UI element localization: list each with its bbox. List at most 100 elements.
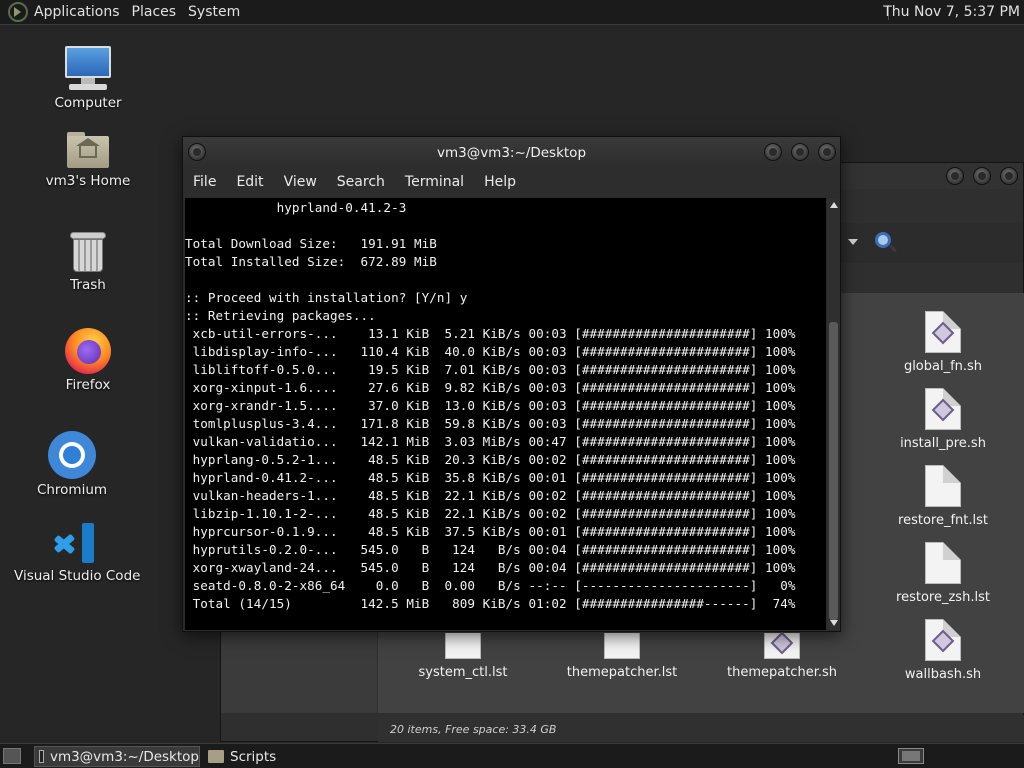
terminal-line: libliftoff-0.5.0... 19.5 KiB 7.01 KiB/s … <box>185 362 796 377</box>
file-name: restore_zsh.lst <box>896 590 990 605</box>
terminal-scrollbar[interactable] <box>827 198 840 630</box>
terminal-line: libdisplay-info-... 110.4 KiB 40.0 KiB/s… <box>185 344 796 359</box>
terminal-line: xorg-xinput-1.6.... 27.6 KiB 9.82 KiB/s … <box>185 380 796 395</box>
menu-system[interactable]: System <box>188 4 240 20</box>
text-file-icon <box>604 633 640 659</box>
desktop-icon-label: Firefox <box>65 377 111 393</box>
menu-terminal[interactable]: Terminal <box>405 174 464 190</box>
file-item[interactable]: themepatcher.sh <box>722 631 842 680</box>
maximize-button[interactable] <box>791 143 809 161</box>
terminal-icon <box>39 750 44 763</box>
clock[interactable]: Thu Nov 7, 5:37 PM <box>883 4 1020 20</box>
maximize-button[interactable] <box>973 167 991 185</box>
file-item[interactable]: global_fn.sh <box>883 311 1003 374</box>
file-item[interactable]: system_ctl.lst <box>403 633 523 680</box>
file-name: system_ctl.lst <box>418 665 508 680</box>
terminal-line: hyprland-0.41.2-... 48.5 KiB 35.8 KiB/s … <box>185 470 796 485</box>
terminal-line: Total Download Size: 191.91 MiB <box>185 236 437 251</box>
menu-places[interactable]: Places <box>132 4 177 20</box>
terminal-line: vulkan-headers-1... 48.5 KiB 22.1 KiB/s … <box>185 488 796 503</box>
folder-icon <box>208 750 224 763</box>
trash-icon <box>69 230 107 274</box>
file-item[interactable]: themepatcher.lst <box>562 633 682 680</box>
minimize-button[interactable] <box>946 167 964 185</box>
top-panel: Applications Places System Thu Nov 7, 5:… <box>0 0 1024 25</box>
terminal-line: hyprutils-0.2.0-... 545.0 B 124 B/s 00:0… <box>185 542 796 557</box>
script-file-icon <box>925 619 961 661</box>
terminal-line: hyprlang-0.5.2-1... 48.5 KiB 20.3 KiB/s … <box>185 452 796 467</box>
desktop-icon-home[interactable]: vm3's Home <box>28 130 148 189</box>
home-folder-icon <box>65 130 111 170</box>
script-file-icon <box>764 631 800 659</box>
file-item[interactable]: wallbash.sh <box>883 619 1003 682</box>
desktop-icon-chromium[interactable]: Chromium <box>12 431 132 498</box>
text-file-icon <box>925 465 961 507</box>
desktop-icon-computer[interactable]: Computer <box>28 46 148 111</box>
terminal-line: xorg-xwayland-24... 545.0 B 124 B/s 00:0… <box>185 560 796 575</box>
chevron-down-icon[interactable] <box>848 239 858 245</box>
desktop-icon-firefox[interactable]: Firefox <box>28 328 148 393</box>
desktop-icon-label: Chromium <box>36 482 108 498</box>
scroll-down-icon[interactable] <box>830 620 838 626</box>
bottom-taskbar: vm3@vm3:~/Desktop Scripts <box>0 743 1024 768</box>
terminal-line: :: Proceed with installation? [Y/n] y <box>185 290 468 305</box>
file-name: themepatcher.lst <box>566 665 678 680</box>
terminal-line: xorg-xrandr-1.5.... 37.0 KiB 13.0 KiB/s … <box>185 398 796 413</box>
desktop-icon-label: Visual Studio Code <box>14 568 141 584</box>
task-label: Scripts <box>230 748 277 765</box>
scroll-up-icon[interactable] <box>830 202 838 208</box>
terminal-line: seatd-0.8.0-2-x86_64 0.0 B 0.00 B/s --:-… <box>185 578 796 593</box>
vscode-icon <box>52 521 96 565</box>
menu-edit[interactable]: Edit <box>236 174 263 190</box>
terminal-menubar: File Edit View Search Terminal Help <box>183 167 840 197</box>
terminal-line: xcb-util-errors-... 13.1 KiB 5.21 KiB/s … <box>185 326 796 341</box>
file-name: restore_fnt.lst <box>898 513 988 528</box>
close-button[interactable] <box>1000 167 1018 185</box>
terminal-line: vulkan-validatio... 142.1 MiB 3.03 MiB/s… <box>185 434 796 449</box>
terminal-line: Total Installed Size: 672.89 MiB <box>185 254 437 269</box>
window-title: vm3@vm3:~/Desktop <box>436 145 587 161</box>
text-file-icon <box>445 633 481 659</box>
task-terminal[interactable]: vm3@vm3:~/Desktop <box>34 746 200 767</box>
menu-search[interactable]: Search <box>337 174 385 190</box>
menu-help[interactable]: Help <box>484 174 516 190</box>
terminal-window[interactable]: vm3@vm3:~/Desktop File Edit View Search … <box>182 136 841 632</box>
file-name: wallbash.sh <box>904 667 982 682</box>
menu-file[interactable]: File <box>193 174 216 190</box>
search-icon[interactable] <box>875 232 891 248</box>
chromium-icon <box>48 431 96 479</box>
menu-logo-icon[interactable] <box>8 2 28 22</box>
file-item[interactable]: restore_fnt.lst <box>883 465 1003 528</box>
menu-applications[interactable]: Applications <box>34 4 120 20</box>
file-name: install_pre.sh <box>900 436 986 451</box>
task-label: vm3@vm3:~/Desktop <box>49 748 199 765</box>
file-name: global_fn.sh <box>903 359 983 374</box>
desktop-icon-trash[interactable]: Trash <box>28 230 148 293</box>
desktop-icon-label: Computer <box>54 95 122 111</box>
file-item[interactable]: install_pre.sh <box>883 388 1003 451</box>
terminal-line: libzip-1.10.1-2-... 48.5 KiB 22.1 KiB/s … <box>185 506 796 521</box>
show-desktop-button[interactable] <box>3 748 21 764</box>
desktop-icon-vscode[interactable]: Visual Studio Code <box>14 521 141 584</box>
script-file-icon <box>925 388 961 430</box>
terminal-line: Total (14/15) 142.5 MiB 809 KiB/s 01:02 … <box>185 596 796 611</box>
terminal-line: hyprland-0.41.2-3 <box>185 200 407 215</box>
menu-view[interactable]: View <box>284 174 317 190</box>
file-item[interactable]: restore_zsh.lst <box>883 542 1003 605</box>
terminal-titlebar[interactable]: vm3@vm3:~/Desktop <box>183 137 840 167</box>
terminal-line: hyprcursor-0.1.9... 48.5 KiB 37.5 KiB/s … <box>185 524 796 539</box>
close-button[interactable] <box>818 143 836 161</box>
workspace-switcher[interactable] <box>898 748 924 764</box>
status-bar: 20 items, Free space: 33.4 GB <box>378 715 1024 742</box>
script-file-icon <box>925 311 961 353</box>
terminal-output[interactable]: hyprland-0.41.2-3 Total Download Size: 1… <box>185 198 826 630</box>
minimize-button[interactable] <box>764 143 782 161</box>
desktop-icon-label: Trash <box>70 277 106 293</box>
scrollbar-thumb[interactable] <box>829 322 838 620</box>
task-scripts[interactable]: Scripts <box>204 746 324 767</box>
file-name: themepatcher.sh <box>727 665 837 680</box>
computer-icon <box>63 46 113 92</box>
text-file-icon <box>925 542 961 584</box>
